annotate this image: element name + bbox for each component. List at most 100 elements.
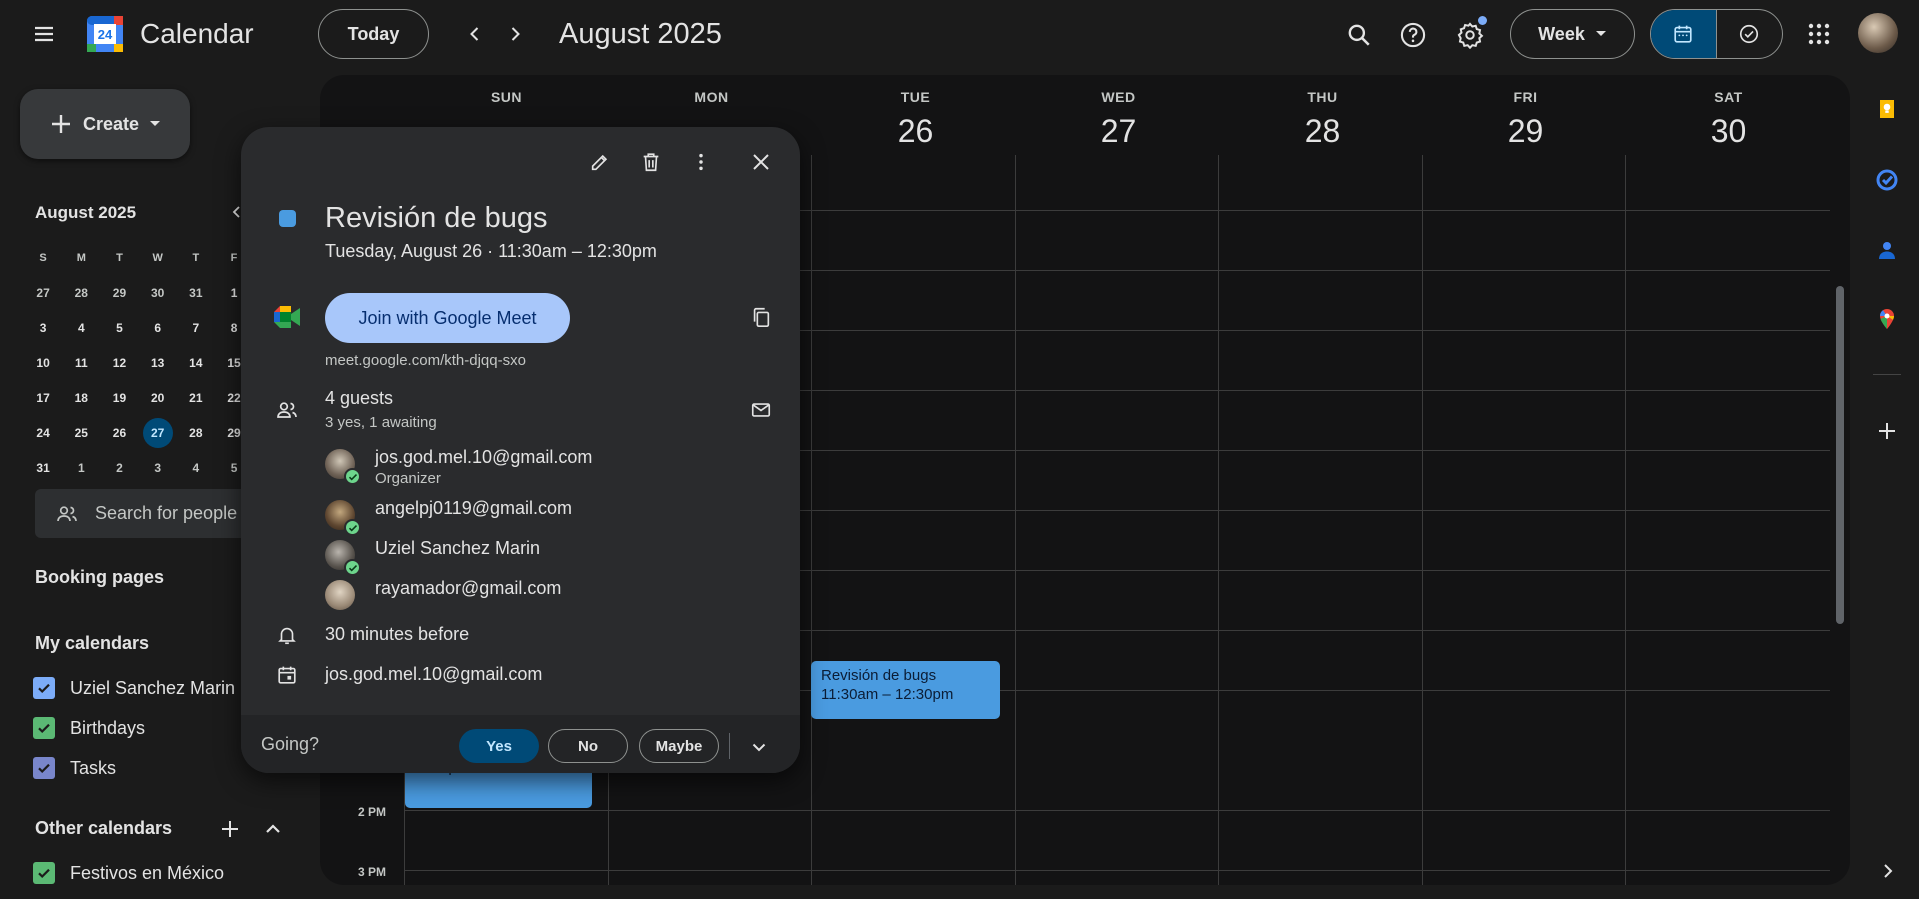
mini-calendar-day[interactable]: 21 <box>177 391 215 405</box>
delete-event-button[interactable] <box>631 142 671 182</box>
guest-row[interactable]: rayamador@gmail.com <box>325 578 561 614</box>
join-google-meet-button[interactable]: Join with Google Meet <box>325 293 570 343</box>
day-header-tue[interactable]: TUE 26 <box>814 75 1017 150</box>
other-calendars-heading[interactable]: Other calendars <box>35 818 172 839</box>
next-period-button[interactable] <box>495 14 535 54</box>
mini-calendar-day[interactable]: 19 <box>100 391 138 405</box>
day-header-sat[interactable]: SAT 30 <box>1627 75 1830 150</box>
mini-calendar-day[interactable]: 24 <box>24 426 62 440</box>
collapse-other-calendars-button[interactable] <box>258 814 288 844</box>
tasks-view-button[interactable] <box>1717 10 1783 58</box>
email-guests-button[interactable] <box>741 390 781 430</box>
edit-event-button[interactable] <box>580 142 620 182</box>
day-header-mon[interactable]: MON <box>610 75 813 105</box>
search-button[interactable] <box>1338 14 1380 56</box>
expand-side-panel-button[interactable] <box>1870 854 1904 888</box>
mini-calendar-day[interactable]: 6 <box>139 321 177 335</box>
tasks-view-icon <box>1740 24 1759 44</box>
mini-calendar-day[interactable]: 31 <box>24 461 62 475</box>
tasks-button[interactable] <box>1870 163 1904 197</box>
close-popup-button[interactable] <box>741 142 781 182</box>
mini-calendar-day[interactable]: 29 <box>100 286 138 300</box>
main-menu-button[interactable] <box>24 14 64 54</box>
calendar-item-tasks[interactable]: Tasks <box>33 753 116 783</box>
mini-calendar-day[interactable]: 18 <box>62 391 100 405</box>
mini-calendar-day[interactable]: 3 <box>139 461 177 475</box>
mini-calendar-day[interactable]: 7 <box>177 321 215 335</box>
mini-calendar-day[interactable]: 4 <box>62 321 100 335</box>
view-selector[interactable]: Week <box>1510 9 1635 59</box>
booking-pages-heading[interactable]: Booking pages <box>35 567 164 588</box>
mini-calendar-day[interactable]: 12 <box>100 356 138 370</box>
calendar-item-festivos[interactable]: Festivos en México <box>33 858 224 888</box>
day-header-fri[interactable]: FRI 29 <box>1424 75 1627 150</box>
maps-button[interactable] <box>1870 302 1904 336</box>
contacts-button[interactable] <box>1870 233 1904 267</box>
mini-calendar-day[interactable]: 27 <box>24 286 62 300</box>
day-header-wed[interactable]: WED 27 <box>1017 75 1220 150</box>
get-add-ons-button[interactable] <box>1870 414 1904 448</box>
day-column-line <box>1422 155 1423 885</box>
guest-row[interactable]: angelpj0119@gmail.com <box>325 498 572 536</box>
grid-scrollbar[interactable] <box>1836 286 1844 624</box>
calendar-logo[interactable]: 24 <box>85 14 125 54</box>
mini-calendar-day[interactable]: 2 <box>100 461 138 475</box>
calendar-checkbox[interactable] <box>33 717 55 739</box>
search-people-input[interactable]: Search for people <box>35 489 260 538</box>
chevron-right-icon <box>511 27 520 41</box>
event-chip[interactable]: Revisión de bugs 11:30am – 12:30pm <box>811 661 1000 719</box>
rsvp-yes-button[interactable]: Yes <box>459 729 539 763</box>
mini-calendar-day[interactable]: 28 <box>177 426 215 440</box>
today-button[interactable]: Today <box>318 9 429 59</box>
rsvp-no-button[interactable]: No <box>548 729 628 763</box>
create-button[interactable]: Create <box>20 89 190 159</box>
calendar-checkbox[interactable] <box>33 862 55 884</box>
calendar-item-birthdays[interactable]: Birthdays <box>33 713 145 743</box>
mini-calendar-day[interactable]: 28 <box>62 286 100 300</box>
mini-calendar-day[interactable]: 4 <box>177 461 215 475</box>
mini-calendar-day[interactable]: 13 <box>139 356 177 370</box>
calendar-checkbox[interactable] <box>33 677 55 699</box>
calendar-item-uziel[interactable]: Uziel Sanchez Marin <box>33 673 235 703</box>
calendar-owner: jos.god.mel.10@gmail.com <box>325 664 543 684</box>
mini-calendar-day[interactable]: 31 <box>177 286 215 300</box>
google-apps-button[interactable] <box>1799 14 1839 54</box>
day-number: 28 <box>1304 113 1341 149</box>
mini-calendar-day[interactable]: 20 <box>139 391 177 405</box>
add-other-calendar-button[interactable] <box>215 814 245 844</box>
day-column-line <box>811 155 812 885</box>
calendar-checkbox[interactable] <box>33 757 55 779</box>
account-avatar[interactable] <box>1858 13 1898 53</box>
previous-period-button[interactable] <box>455 14 495 54</box>
mini-calendar-day-number: 4 <box>77 320 85 335</box>
mini-calendar-day[interactable]: 27 <box>139 417 177 448</box>
rsvp-maybe-button[interactable]: Maybe <box>639 729 719 763</box>
keep-icon <box>1880 100 1894 118</box>
rsvp-options-button[interactable] <box>741 729 777 765</box>
mini-calendar-day[interactable]: 25 <box>62 426 100 440</box>
mini-calendar-day[interactable]: 26 <box>100 426 138 440</box>
meet-link[interactable]: meet.google.com/kth-djqq-sxo <box>325 352 526 369</box>
calendar-item-label: Birthdays <box>70 717 146 738</box>
mini-calendar-day[interactable]: 14 <box>177 356 215 370</box>
mini-calendar-day[interactable]: 17 <box>24 391 62 405</box>
mini-calendar-day[interactable]: 3 <box>24 321 62 335</box>
guest-row[interactable]: Uziel Sanchez Marin <box>325 538 540 576</box>
guest-row[interactable]: jos.god.mel.10@gmail.com Organizer <box>325 447 592 487</box>
calendar-view-button[interactable] <box>1651 10 1717 58</box>
help-button[interactable] <box>1392 14 1434 56</box>
rsvp-divider <box>729 733 730 759</box>
mini-calendar-day[interactable]: 1 <box>62 461 100 475</box>
copy-meet-link-button[interactable] <box>741 297 781 337</box>
my-calendars-heading[interactable]: My calendars <box>35 633 149 654</box>
mini-calendar-day[interactable]: 5 <box>100 321 138 335</box>
day-header-sun[interactable]: SUN <box>405 75 608 105</box>
mini-calendar-day[interactable]: 11 <box>62 356 100 370</box>
day-header-thu[interactable]: THU 28 <box>1221 75 1424 150</box>
mini-calendar-day[interactable]: 10 <box>24 356 62 370</box>
chevron-right-icon <box>1884 864 1893 878</box>
more-options-button[interactable] <box>681 142 721 182</box>
keep-button[interactable] <box>1870 92 1904 126</box>
mini-calendar-day[interactable]: 30 <box>139 286 177 300</box>
tasks-icon <box>1876 169 1898 191</box>
